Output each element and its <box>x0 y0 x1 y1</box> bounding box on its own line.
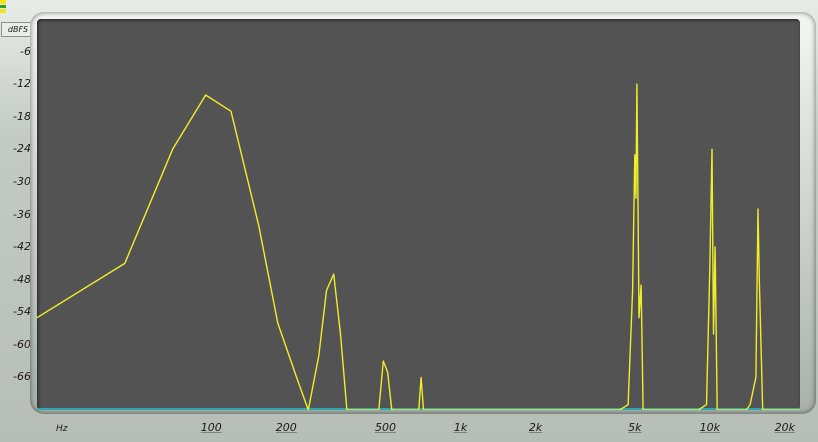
spectrum-plot[interactable] <box>37 19 800 410</box>
x-tick-label: 200 <box>275 421 297 434</box>
spectrum-trace <box>37 83 800 410</box>
indicator-bar-middle <box>0 4 6 9</box>
x-tick-label: 500 <box>374 421 396 434</box>
x-tick-label: 20k <box>774 421 796 434</box>
spectrum-window: dBFS -6 -12 -18 -24 -30 -36 -42 -48 -54 -60 -66 Hz… <box>0 0 818 442</box>
y-tick-label: -18 <box>13 109 31 123</box>
y-tick-label: -42 <box>13 240 31 254</box>
x-tick-label: 1k <box>453 421 468 434</box>
indicator-bar-top <box>0 0 6 4</box>
x-tick-label: 2k <box>528 421 543 434</box>
y-tick-label: -6 <box>20 44 31 58</box>
y-tick-label: -30 <box>13 174 31 188</box>
x-unit-label: Hz <box>56 424 68 434</box>
y-tick-label: -54 <box>13 305 31 319</box>
y-tick-label: -36 <box>13 207 31 221</box>
y-tick-label: -60 <box>13 337 31 351</box>
x-tick-label: 100 <box>200 421 222 434</box>
spectrum-chart <box>37 83 800 410</box>
indicator-bar-bottom <box>0 9 6 14</box>
y-tick-label: -24 <box>13 142 31 156</box>
signal-indicator <box>0 0 6 14</box>
x-tick-label: 5k <box>628 421 642 434</box>
y-tick-label: -66 <box>13 370 31 384</box>
x-tick-label: 10k <box>699 421 720 434</box>
y-tick-label: -12 <box>13 77 31 91</box>
y-tick-label: -48 <box>13 272 31 286</box>
